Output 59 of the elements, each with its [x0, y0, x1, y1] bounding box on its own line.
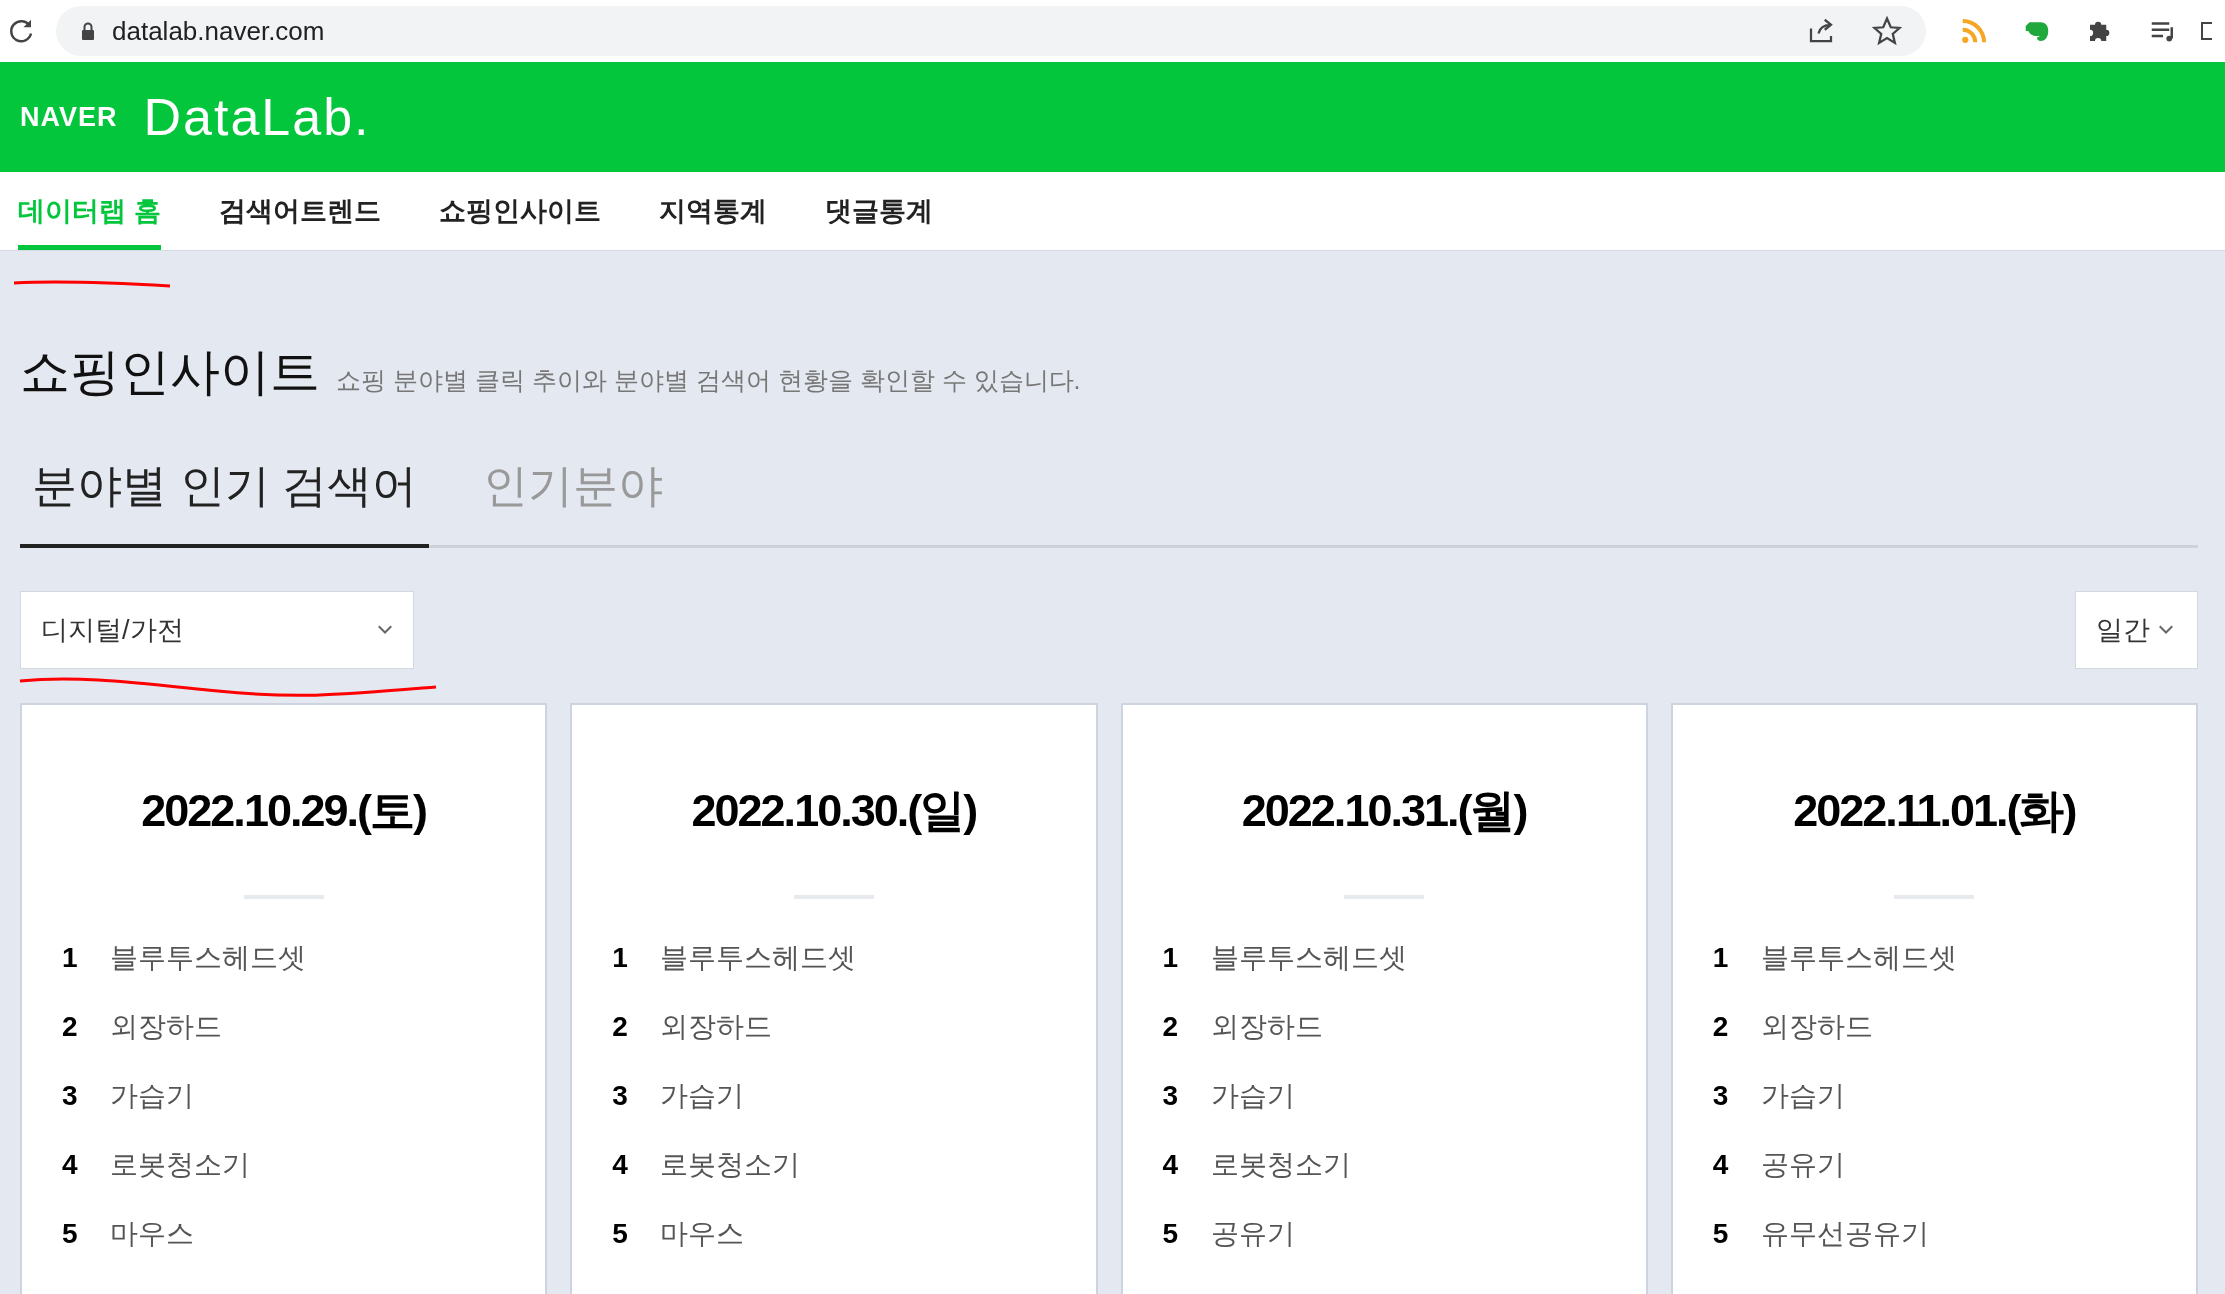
nav-tab[interactable]: 검색어트렌드 — [218, 172, 381, 250]
card-date: 2022.10.30.(일) — [690, 784, 978, 838]
keyword-link[interactable]: 유무선공유기 — [1760, 1214, 1929, 1253]
keyword-link[interactable]: 가습기 — [110, 1076, 194, 1115]
page-description: 쇼핑 분야별 클릭 추이와 분야별 검색어 현황을 확인할 수 있습니다. — [336, 365, 1081, 396]
keyword-link[interactable]: 마우스 — [110, 1214, 194, 1253]
category-dropdown[interactable]: 디지털/가전 — [20, 591, 414, 669]
keyword-link[interactable]: 가습기 — [1210, 1076, 1295, 1115]
keyword-link[interactable]: 로봇청소기 — [660, 1145, 801, 1184]
card-date: 2022.10.29.(토) — [140, 784, 427, 838]
keyword-link[interactable]: 블루투스헤드셋 — [110, 938, 306, 977]
keyword-link[interactable]: 로봇청소기 — [1210, 1145, 1351, 1184]
keyword-link[interactable]: 공유기 — [1760, 1145, 1845, 1184]
rank-number: 5 — [1162, 1217, 1180, 1250]
keyword-link[interactable]: 로봇청소기 — [110, 1145, 250, 1184]
rank-number: 5 — [62, 1217, 79, 1250]
keyword-link[interactable]: 가습기 — [1760, 1076, 1845, 1115]
rank-number: 4 — [62, 1148, 79, 1181]
rank-number: 3 — [612, 1079, 629, 1112]
keyword-link[interactable]: 블루투스헤드셋 — [1760, 938, 1957, 977]
rank-number: 5 — [612, 1217, 629, 1250]
card-date: 2022.10.31.(월) — [1240, 784, 1528, 838]
star-icon[interactable] — [1872, 16, 1902, 46]
address-bar[interactable]: datalab.naver.com — [56, 6, 1926, 56]
keyword-link[interactable]: 외장하드 — [1760, 1007, 1873, 1046]
keyword-link[interactable]: 외장하드 — [110, 1007, 222, 1046]
card-date: 2022.11.01.(화) — [1792, 784, 2077, 838]
rank-number: 2 — [1712, 1010, 1730, 1043]
rank-number: 3 — [1712, 1079, 1730, 1112]
keyword-link[interactable]: 외장하드 — [660, 1007, 773, 1046]
rank-number: 4 — [1162, 1148, 1180, 1181]
rank-number: 1 — [1712, 941, 1730, 974]
rank-number: 3 — [1162, 1079, 1180, 1112]
keyword-link[interactable]: 공유기 — [1210, 1214, 1295, 1253]
rank-number: 4 — [1712, 1148, 1730, 1181]
rank-number: 1 — [612, 941, 629, 974]
period-dropdown[interactable]: 일간 — [2075, 591, 2198, 669]
nav-tab[interactable]: 지역통계 — [658, 172, 767, 250]
keyword-link[interactable]: 블루투스헤드셋 — [660, 938, 857, 977]
lock-icon — [80, 22, 96, 40]
page-title: 쇼핑인사이트 — [20, 343, 320, 402]
rank-number: 4 — [612, 1148, 629, 1181]
content-tab[interactable]: 분야별 인기 검색어 — [20, 456, 429, 548]
nav-tab[interactable]: 댓글통계 — [824, 172, 933, 250]
rank-number: 2 — [62, 1010, 79, 1043]
keyword-link[interactable]: 외장하드 — [1210, 1007, 1323, 1046]
keyword-link[interactable]: 블루투스헤드셋 — [1210, 938, 1407, 977]
chevron-down-icon — [2158, 625, 2174, 635]
keyword-link[interactable]: 가습기 — [660, 1076, 745, 1115]
rank-number: 5 — [1712, 1217, 1730, 1250]
nav-tab[interactable]: 쇼핑인사이트 — [438, 172, 601, 250]
rank-number: 3 — [62, 1079, 79, 1112]
rank-number: 1 — [1162, 941, 1180, 974]
keyword-link[interactable]: 마우스 — [660, 1214, 745, 1253]
rank-number: 2 — [612, 1010, 629, 1043]
rank-number: 1 — [62, 941, 79, 974]
rank-number: 2 — [1162, 1010, 1180, 1043]
chevron-down-icon — [377, 625, 393, 635]
url-text: datalab.naver.com — [112, 15, 325, 47]
